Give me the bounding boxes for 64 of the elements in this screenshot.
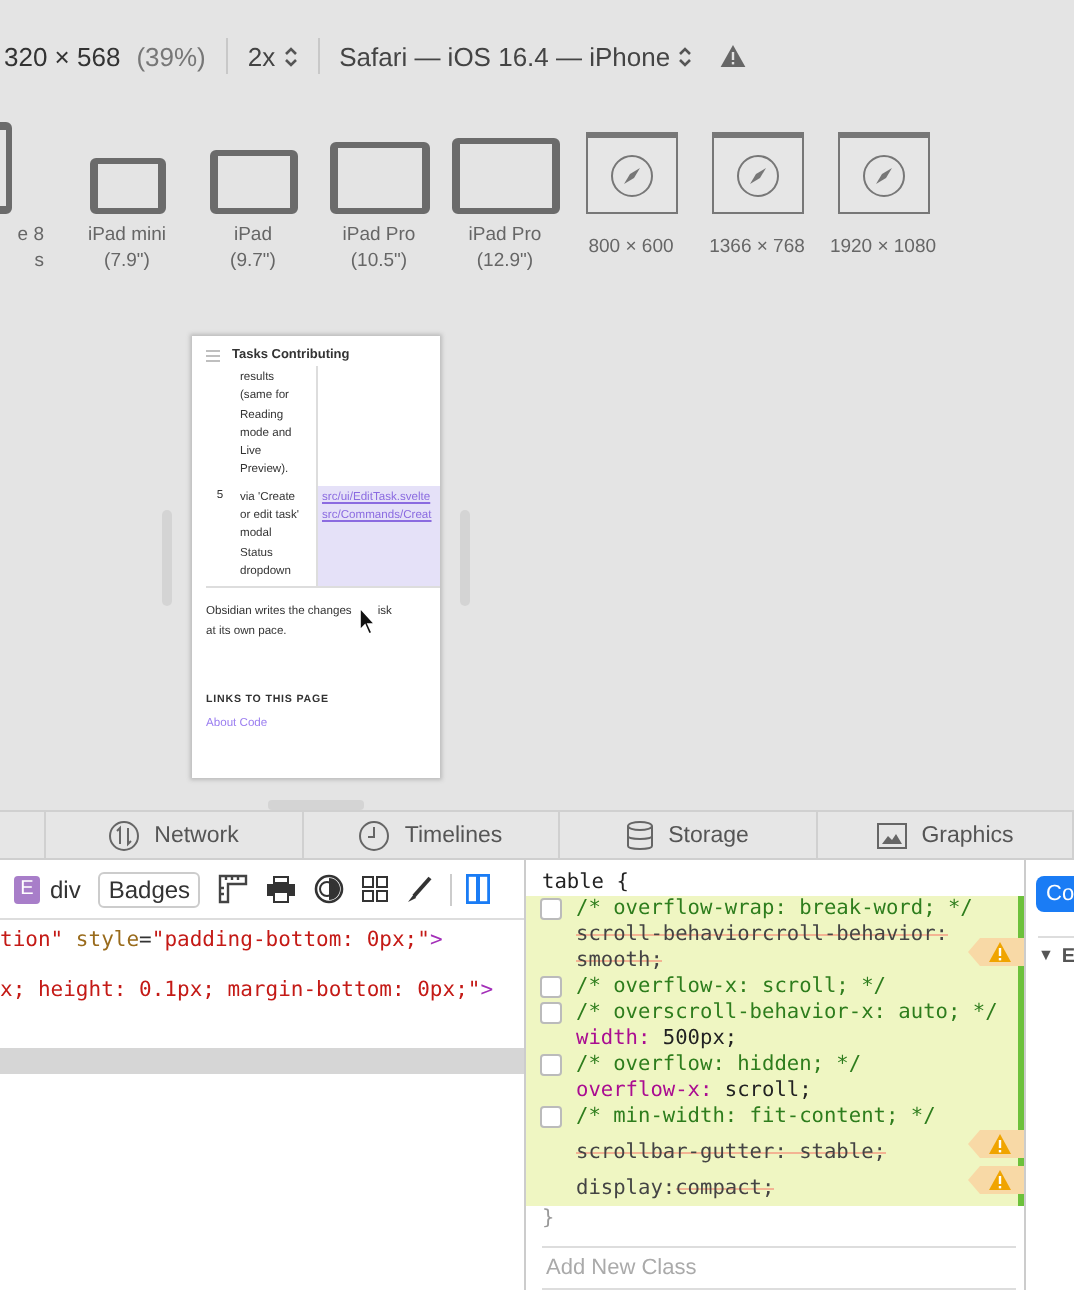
device-label: e 8 s — [17, 222, 44, 274]
checkbox[interactable] — [540, 898, 562, 920]
disclosure-toggle[interactable]: ▼ — [1038, 946, 1054, 968]
tablet-icon[interactable] — [451, 138, 559, 214]
sidebar-button[interactable]: Co — [1036, 876, 1074, 912]
device-label: iPad mini (7.9") — [87, 222, 167, 274]
chevron-updown-icon — [678, 45, 693, 67]
tablet-icon[interactable] — [89, 158, 165, 214]
arrows-circle-icon — [108, 819, 141, 851]
ruler-icon[interactable] — [218, 874, 249, 904]
viewport-size: 320 × 568 — [4, 41, 121, 71]
database-icon — [626, 819, 655, 851]
invalid-declaration: scroll-behaviorcroll-behavior: smooth; — [576, 922, 950, 974]
add-class-field[interactable]: Add New Class — [542, 1246, 1016, 1290]
css-selector: table { — [540, 868, 631, 896]
section-title: E — [1061, 946, 1074, 968]
breadcrumb-item[interactable]: div — [50, 875, 81, 903]
checkbox[interactable] — [540, 976, 562, 998]
panel-tab[interactable]: Storage — [560, 812, 817, 858]
browser-window-icon[interactable] — [711, 132, 803, 214]
printer-icon[interactable] — [266, 875, 297, 903]
grid-icon[interactable] — [362, 876, 389, 902]
warning-icon — [720, 44, 747, 68]
checkbox[interactable] — [540, 1002, 562, 1024]
device-label: iPad Pro (10.5") — [342, 222, 416, 274]
chevron-updown-icon — [283, 45, 298, 67]
dom-code-line: tion" style="padding-bottom: 0px;"> — [0, 928, 445, 954]
checkbox[interactable] — [540, 1054, 562, 1076]
device-label: iPad Pro (12.9") — [468, 222, 542, 274]
invalid-declaration: display:compact; — [576, 1176, 777, 1202]
css-declaration: overflow-x: scroll; — [576, 1078, 814, 1104]
zoom-percent: (39%) — [136, 41, 206, 71]
invalid-declaration: scrollbar-gutter: stable; — [576, 1140, 888, 1166]
browser-window-icon[interactable] — [585, 132, 677, 214]
panel-tab[interactable]: Network — [46, 812, 303, 858]
browser-window-icon[interactable] — [837, 132, 929, 214]
css-comment: /* overflow: hidden; */ — [576, 1052, 864, 1078]
clock-icon — [358, 819, 391, 851]
mouse-cursor — [357, 606, 376, 637]
device-label: 800 × 600 — [588, 234, 674, 262]
menu-icon[interactable] — [206, 349, 220, 361]
sidebar-toggle-icon[interactable] — [466, 874, 491, 904]
css-comment: /* overflow-x: scroll; */ — [576, 974, 888, 1000]
device-label: 1366 × 768 — [709, 234, 805, 262]
panel-tab[interactable]: Graphics — [817, 812, 1074, 858]
tablet-icon[interactable] — [329, 142, 429, 214]
image-icon — [875, 821, 908, 849]
css-closing-brace: } — [540, 1206, 557, 1230]
element-badge: E — [14, 875, 40, 903]
css-declaration: width: 500px; — [576, 1026, 740, 1052]
browser-select[interactable]: Safari — iOS 16.4 — iPhone — [339, 41, 693, 71]
checkbox[interactable] — [540, 1106, 562, 1128]
contrast-icon[interactable] — [314, 874, 345, 904]
panel-tab[interactable]: Timelines — [303, 812, 560, 858]
css-comment: /* overscroll-behavior-x: auto; */ — [576, 1000, 1000, 1026]
css-comment: /* min-width: fit-content; */ — [576, 1104, 938, 1130]
tablet-icon[interactable] — [209, 150, 297, 214]
dom-code-line: x; height: 0.1px; margin-bottom: 0px;"> — [0, 978, 496, 1004]
scale-select[interactable]: 2x — [247, 41, 298, 71]
brush-icon[interactable] — [406, 875, 433, 903]
badges-button[interactable]: Badges — [98, 871, 201, 907]
css-comment: /* overflow-wrap: break-word; */ — [576, 896, 975, 922]
device-label: 1920 × 1080 — [829, 234, 937, 262]
device-label: iPad (9.7") — [230, 222, 276, 274]
